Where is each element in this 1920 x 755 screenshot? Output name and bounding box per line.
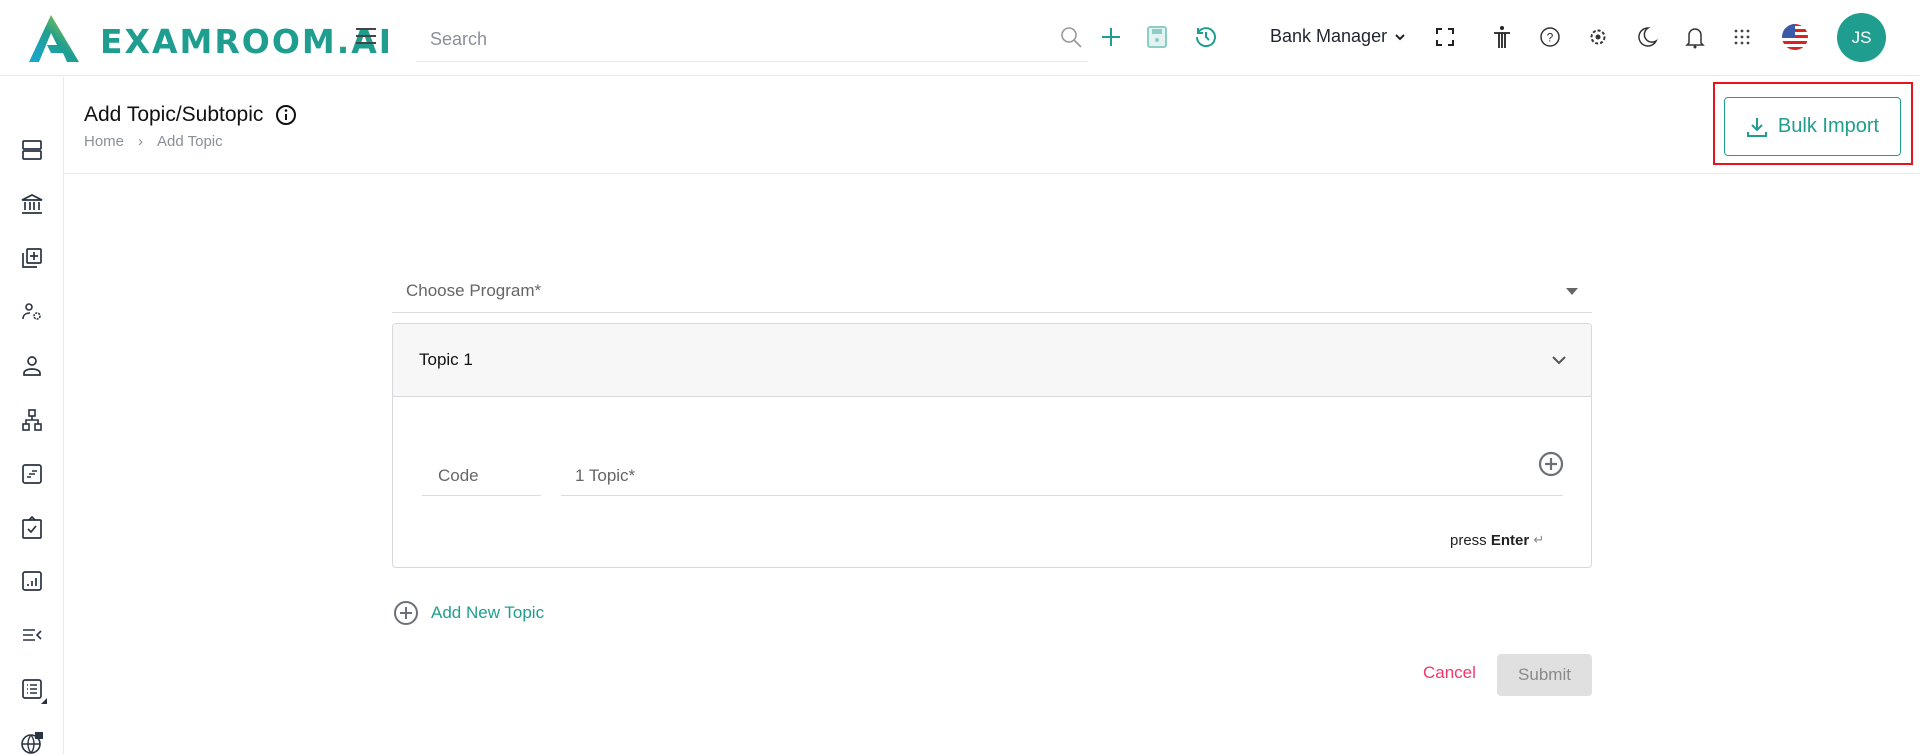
form-icon[interactable]	[20, 462, 44, 486]
collapse-list-icon[interactable]	[20, 623, 44, 647]
plus-icon[interactable]	[1098, 24, 1124, 50]
topic-input[interactable]: 1 Topic*	[561, 456, 1563, 496]
choose-program-select[interactable]: Choose Program*	[392, 270, 1592, 313]
caret-down-icon	[1566, 287, 1578, 295]
download-icon	[1746, 116, 1768, 138]
press-enter-hint: press Enter ↵	[1450, 532, 1544, 549]
breadcrumb-current: Add Topic	[157, 133, 223, 150]
topic-panel: Topic 1 Code 1 Topic*	[392, 323, 1592, 568]
hierarchy-icon[interactable]	[20, 408, 44, 432]
user-settings-icon[interactable]	[20, 300, 44, 324]
us-flag-icon[interactable]	[1781, 23, 1809, 51]
code-placeholder: Code	[438, 465, 479, 485]
bulk-import-button[interactable]: Bulk Import	[1724, 97, 1901, 156]
svg-text:?: ?	[1547, 31, 1554, 45]
history-icon[interactable]	[1193, 24, 1219, 50]
search-icon[interactable]	[1058, 24, 1084, 50]
chevron-down-icon	[1395, 33, 1405, 41]
page-title: Add Topic/Subtopic	[84, 103, 297, 127]
logo-text: EXAMROOM.AI	[100, 22, 394, 61]
accessibility-icon[interactable]	[1489, 24, 1515, 50]
role-label: Bank Manager	[1270, 26, 1388, 46]
top-header: EXAMROOM.AI Bank Manager ? JS	[0, 0, 1920, 76]
search-bar[interactable]	[416, 18, 1088, 62]
fullscreen-icon[interactable]	[1432, 24, 1458, 50]
info-icon[interactable]	[275, 104, 297, 126]
press-label: press	[1450, 532, 1487, 549]
help-icon[interactable]: ?	[1537, 24, 1563, 50]
globe-icon[interactable]	[20, 731, 44, 755]
enter-label: Enter	[1490, 532, 1530, 549]
add-new-topic-label: Add New Topic	[431, 603, 545, 622]
divider	[64, 173, 1920, 174]
menu-icon[interactable]	[355, 27, 377, 45]
topic-placeholder: 1 Topic*	[575, 465, 636, 485]
breadcrumb-home[interactable]: Home	[84, 133, 124, 150]
bulk-import-label: Bulk Import	[1777, 115, 1880, 137]
plus-circle-icon	[393, 600, 419, 626]
code-input[interactable]: Code	[422, 456, 541, 496]
cancel-button[interactable]: Cancel	[1423, 663, 1476, 683]
page-title-text: Add Topic/Subtopic	[84, 103, 264, 126]
choose-program-placeholder: Choose Program*	[406, 281, 542, 300]
chevron-down-icon	[1551, 355, 1567, 365]
add-subtopic-icon[interactable]	[1538, 451, 1564, 477]
clipboard-check-icon[interactable]	[20, 516, 44, 540]
bank-icon[interactable]	[20, 192, 44, 216]
list-icon[interactable]	[20, 677, 47, 704]
bell-icon[interactable]	[1682, 24, 1708, 50]
save-icon[interactable]	[1144, 24, 1170, 50]
user-icon[interactable]	[20, 354, 44, 378]
enter-key-icon: ↵	[1533, 532, 1545, 547]
topic-panel-header[interactable]: Topic 1	[393, 324, 1591, 397]
user-avatar[interactable]: JS	[1837, 13, 1886, 62]
topic-panel-title: Topic 1	[419, 350, 473, 369]
server-icon[interactable]	[20, 138, 44, 162]
submit-button[interactable]: Submit	[1497, 654, 1592, 696]
examroom-logo-icon	[29, 15, 91, 62]
add-new-topic-button[interactable]: Add New Topic	[393, 600, 544, 626]
add-library-icon[interactable]	[20, 246, 44, 270]
apps-grid-icon[interactable]	[1729, 24, 1755, 50]
report-chart-icon[interactable]	[20, 569, 44, 593]
moon-icon[interactable]	[1634, 24, 1660, 50]
chevron-right-icon: ›	[138, 133, 144, 150]
search-input[interactable]	[416, 18, 1088, 61]
breadcrumb: Home › Add Topic	[84, 133, 223, 150]
sidebar	[0, 77, 64, 754]
gear-icon[interactable]	[1585, 24, 1611, 50]
role-dropdown[interactable]: Bank Manager	[1270, 26, 1405, 47]
